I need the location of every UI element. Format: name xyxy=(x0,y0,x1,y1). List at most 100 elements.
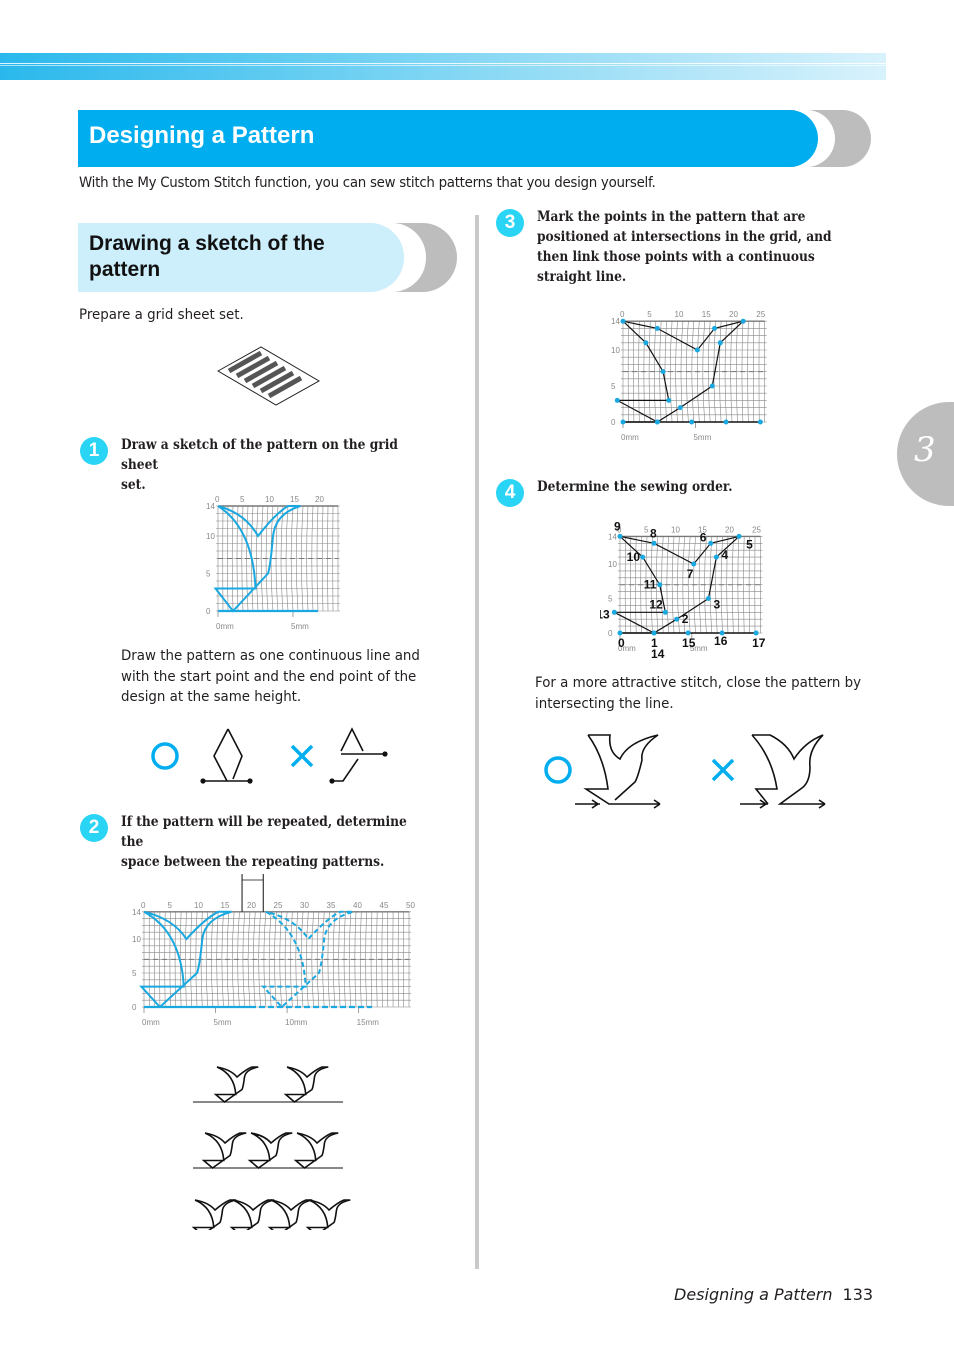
grid-point xyxy=(662,609,668,615)
section-heading: Drawing a sketch of the pattern xyxy=(89,232,325,281)
x-tick-label: 20 xyxy=(729,310,738,319)
bad-triangle-shape xyxy=(329,727,388,784)
grid-point xyxy=(640,554,646,560)
mm-label: 0mm xyxy=(216,622,234,631)
grid-point xyxy=(753,630,759,636)
x-tick-label: 10 xyxy=(675,310,684,319)
x-tick-label: 25 xyxy=(274,901,283,910)
y-tick-label: 10 xyxy=(206,532,215,541)
y-tick-label: 14 xyxy=(206,502,215,511)
bad-mark-icon xyxy=(711,758,735,782)
good-closed-pattern xyxy=(575,734,661,809)
x-tick-label: 10 xyxy=(265,495,274,504)
x-tick-label: 0 xyxy=(141,901,146,910)
grid-point xyxy=(643,340,649,346)
grid-point xyxy=(708,540,714,546)
page-title: Designing a Pattern xyxy=(89,122,315,149)
repeated-pattern-examples xyxy=(191,1066,351,1230)
grid-marked-points: 0 5 10 15 20 25 0 5 10 14 0mm 5mm xyxy=(611,310,767,442)
chapter-tab[interactable]: 3 xyxy=(897,402,954,506)
y-tick-label: 5 xyxy=(206,570,211,579)
step-number-badge: 4 xyxy=(496,479,524,507)
grid-point xyxy=(614,397,620,403)
y-tick-label: 5 xyxy=(132,969,137,978)
grid-point xyxy=(736,533,742,539)
sewing-order-label: 2 xyxy=(682,612,689,626)
stitch-pattern xyxy=(267,1199,313,1230)
y-tick-label: 14 xyxy=(132,908,141,917)
x-tick-label: 5 xyxy=(647,310,652,319)
closed-pattern-example xyxy=(544,734,826,809)
x-tick-label: 20 xyxy=(315,495,324,504)
x-tick-label: 25 xyxy=(752,525,761,534)
grid-point xyxy=(691,561,697,567)
grid-repeat-spacing: 0 5 10 15 20 25 30 35 40 45 50 0 5 10 14 0mm 5mm 10mm 15mm xyxy=(132,874,415,1027)
footer-section-title: Designing a Pattern xyxy=(674,1285,833,1304)
mm-label: 5mm xyxy=(214,1018,232,1027)
x-tick-label: 20 xyxy=(725,525,734,534)
x-tick-label: 10 xyxy=(671,525,680,534)
x-tick-label: 0 xyxy=(620,310,625,319)
grid-sketch-1: 0 5 10 15 20 0 5 10 14 0mm 5mm xyxy=(206,495,340,631)
x-tick-label: 20 xyxy=(247,901,256,910)
x-tick-label: 25 xyxy=(756,310,765,319)
grid-point xyxy=(740,318,746,324)
page-title-banner: Designing a Pattern xyxy=(78,110,873,167)
grid-point xyxy=(666,397,672,403)
grid-point xyxy=(611,609,617,615)
mm-label: 5mm xyxy=(291,622,309,631)
grid-point xyxy=(705,596,711,601)
grid-sheet-illustration xyxy=(216,346,321,406)
x-tick-label: 40 xyxy=(353,901,362,910)
x-tick-label: 5 xyxy=(644,525,649,534)
sewing-order-label: 0 xyxy=(618,636,625,650)
y-tick-label: 0 xyxy=(132,1003,137,1012)
sewing-order-label: 11 xyxy=(644,578,657,592)
mm-label: 15mm xyxy=(357,1018,380,1027)
page-number: 133 xyxy=(842,1285,874,1304)
grid-lines xyxy=(142,911,411,1008)
grid-point xyxy=(717,340,723,346)
grid-point xyxy=(620,419,626,425)
y-tick-label: 10 xyxy=(132,935,141,944)
step-instruction: If the pattern will be repeated, determi… xyxy=(121,814,407,870)
grid-point xyxy=(657,582,663,588)
y-tick-label: 5 xyxy=(608,595,613,604)
sewing-order-label: 17 xyxy=(752,636,766,650)
grid-point xyxy=(685,630,691,636)
stitch-pattern xyxy=(213,1066,259,1104)
sewing-order-label: 14 xyxy=(651,647,665,661)
grid-sewing-order: 05101520250510140mm5mm012345678910111213… xyxy=(600,519,766,661)
y-tick-label: 0 xyxy=(611,418,616,427)
sewing-order-label: 16 xyxy=(714,634,728,648)
mm-label: 0mm xyxy=(142,1018,160,1027)
start-end-height-example xyxy=(151,727,388,784)
x-tick-label: 30 xyxy=(300,901,309,910)
prepare-text: Prepare a grid sheet set. xyxy=(79,307,244,323)
grid-point xyxy=(712,325,718,331)
y-tick-label: 5 xyxy=(611,382,616,391)
y-tick-label: 10 xyxy=(611,346,620,355)
sewing-order-label: 15 xyxy=(682,636,696,650)
column-divider xyxy=(475,215,479,1269)
bad-mark-icon xyxy=(290,744,314,768)
x-tick-label: 15 xyxy=(702,310,711,319)
step-number-badge: 3 xyxy=(496,209,524,237)
bad-open-pattern xyxy=(740,734,826,809)
stitch-pattern xyxy=(191,1199,237,1230)
intro-text: With the My Custom Stitch function, you … xyxy=(79,175,656,191)
sewing-order-label: 3 xyxy=(713,598,720,612)
page-footer: Designing a Pattern 133 xyxy=(674,1285,873,1304)
sewing-order-label: 5 xyxy=(746,537,753,551)
mm-label: 5mm xyxy=(693,433,711,442)
sewing-order-label: 10 xyxy=(627,550,641,564)
y-tick-label: 10 xyxy=(608,560,617,569)
grid-point xyxy=(651,630,657,636)
grid-point xyxy=(757,419,763,425)
grid-point xyxy=(617,533,623,539)
grid-point xyxy=(713,554,719,560)
step-4-note: For a more attractive stitch, close the … xyxy=(535,675,862,712)
grid-point xyxy=(689,419,695,425)
x-tick-label: 35 xyxy=(327,901,336,910)
stitch-pattern xyxy=(201,1132,247,1170)
